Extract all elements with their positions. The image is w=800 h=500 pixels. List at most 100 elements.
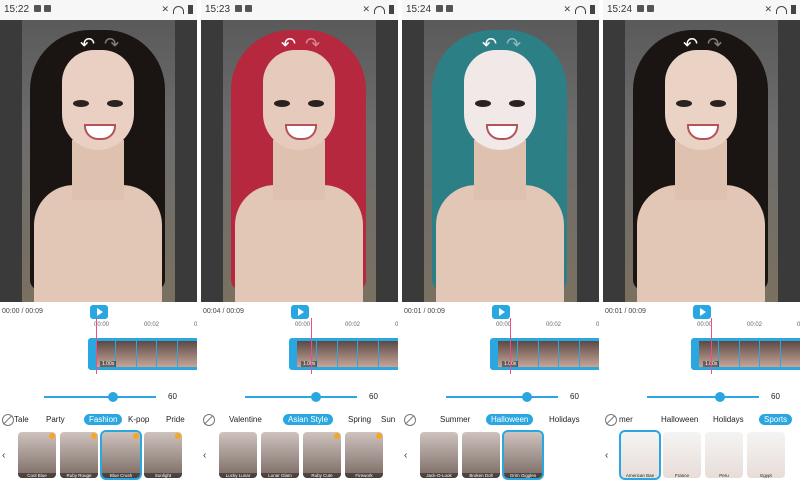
chevron-left-icon[interactable]: ‹ <box>203 450 206 461</box>
timecode: 00:00 / 00:09 <box>2 308 43 315</box>
look-card[interactable]: Firework <box>345 432 383 478</box>
frame-thumbnail <box>317 341 337 367</box>
timeline-filmstrip[interactable]: 1.00x <box>490 338 599 370</box>
look-card[interactable]: Blue Crush <box>100 430 142 480</box>
look-label: Sunlight <box>144 473 182 478</box>
intensity-slider-thumb[interactable] <box>311 392 321 402</box>
playhead[interactable] <box>96 318 97 374</box>
play-button[interactable] <box>693 305 711 319</box>
subject-face <box>263 50 335 150</box>
look-card[interactable]: American Bae <box>619 430 661 480</box>
look-card[interactable]: Cool Blue <box>18 432 56 478</box>
timeline-filmstrip[interactable]: 1.00x <box>289 338 398 370</box>
tab-fashion[interactable]: Fashion <box>84 414 123 425</box>
intensity-slider-track[interactable] <box>446 396 558 398</box>
undo-icon[interactable]: ↶ <box>80 34 95 55</box>
chevron-left-icon[interactable]: ‹ <box>2 450 5 461</box>
look-card[interactable]: Ruby Rouge <box>60 432 98 478</box>
tab-summer[interactable]: Summer <box>440 415 470 424</box>
frame-thumbnail <box>358 341 378 367</box>
look-card[interactable]: Grim Giggles <box>502 430 544 480</box>
playhead[interactable] <box>510 318 511 374</box>
frame-thumbnail <box>157 341 177 367</box>
timeline-filmstrip[interactable]: 1.00x <box>691 338 800 370</box>
tab-holidays[interactable]: Holidays <box>713 415 744 424</box>
redo-icon[interactable]: ↷ <box>707 34 722 55</box>
look-label: Lucky Lunar <box>219 473 257 478</box>
play-button[interactable] <box>291 305 309 319</box>
video-preview[interactable]: ↶ ↷ <box>0 20 197 302</box>
look-label: Blue Crush <box>102 473 140 478</box>
playhead[interactable] <box>311 318 312 374</box>
ruler-tick-label: 00:04 <box>395 322 399 328</box>
play-button[interactable] <box>90 305 108 319</box>
image-icon <box>44 5 51 12</box>
video-preview[interactable]: ↶ ↷ <box>603 20 800 302</box>
look-card[interactable]: Jack-O-Look <box>420 432 458 478</box>
notification-icon <box>637 5 644 12</box>
intensity-slider-track[interactable] <box>245 396 357 398</box>
intensity-slider-track[interactable] <box>647 396 759 398</box>
app-panel: 15:23 ✕ ↶ ↷ 00:04 / 00:09 00:00 00:02 00:0… <box>201 0 400 500</box>
look-label: Firework <box>345 473 383 478</box>
look-card[interactable]: Ruby Cute <box>303 432 341 478</box>
tab-party[interactable]: Party <box>46 415 65 424</box>
timeline-filmstrip[interactable]: 1.00x <box>88 338 197 370</box>
tab-spring[interactable]: Spring <box>348 415 371 424</box>
category-tabs: Tale Party Fashion K-pop Pride <box>0 414 197 428</box>
intensity-slider-thumb[interactable] <box>715 392 725 402</box>
tab-sports[interactable]: Sports <box>759 414 793 425</box>
undo-icon[interactable]: ↶ <box>281 34 296 55</box>
intensity-slider-track[interactable] <box>44 396 156 398</box>
look-card[interactable]: Lunar Glam <box>261 432 299 478</box>
wifi-icon <box>374 5 385 14</box>
ruler-tick-label: 00:04 <box>596 322 600 328</box>
tab-valentine[interactable]: Valentine <box>229 415 262 424</box>
tab-k-pop[interactable]: K-pop <box>128 415 149 424</box>
play-button[interactable] <box>492 305 510 319</box>
look-card[interactable]: Sunlight <box>144 432 182 478</box>
look-card[interactable]: Peru <box>705 432 743 478</box>
undo-icon[interactable]: ↶ <box>482 34 497 55</box>
tab-pride[interactable]: Pride <box>166 415 185 424</box>
no-effect-icon[interactable] <box>605 414 617 426</box>
chevron-left-icon[interactable]: ‹ <box>605 450 608 461</box>
frame-thumbnail <box>780 341 800 367</box>
redo-icon[interactable]: ↷ <box>104 34 119 55</box>
intensity-slider-thumb[interactable] <box>522 392 532 402</box>
tab-halloween[interactable]: Halloween <box>486 414 534 425</box>
timecode: 00:01 / 00:09 <box>605 308 646 315</box>
look-label: France <box>674 473 689 478</box>
look-carousel: ‹ Jack-O-Look Broken Doll Grim Giggles <box>402 430 599 480</box>
video-preview[interactable]: ↶ ↷ <box>201 20 398 302</box>
look-card[interactable]: France <box>663 432 701 478</box>
mute-icon: ✕ <box>161 4 169 14</box>
look-card[interactable]: Egypt <box>747 432 785 478</box>
editor-controls: 00:01 / 00:09 00:00 00:02 00:04 1.00x 60 S… <box>402 302 599 500</box>
look-label: Cool Blue <box>18 473 56 478</box>
no-effect-icon[interactable] <box>404 414 416 426</box>
playhead[interactable] <box>711 318 712 374</box>
redo-icon[interactable]: ↷ <box>305 34 320 55</box>
no-effect-icon[interactable] <box>203 414 215 426</box>
intensity-slider-thumb[interactable] <box>108 392 118 402</box>
tab-halloween[interactable]: Halloween <box>661 415 698 424</box>
ruler-tick-label: 00:02 <box>144 322 160 328</box>
look-card[interactable]: Broken Doll <box>462 432 500 478</box>
timecode: 00:04 / 00:09 <box>203 308 244 315</box>
mute-icon: ✕ <box>563 4 571 14</box>
redo-icon[interactable]: ↷ <box>506 34 521 55</box>
tab-holidays[interactable]: Holidays <box>549 415 580 424</box>
no-effect-icon[interactable] <box>2 414 14 426</box>
tab-tale[interactable]: Tale <box>14 415 29 424</box>
look-label: Ruby Rouge <box>60 473 98 478</box>
undo-icon[interactable]: ↶ <box>683 34 698 55</box>
tab-asian-style[interactable]: Asian Style <box>283 414 334 425</box>
look-card[interactable]: Lucky Lunar <box>219 432 257 478</box>
tab-sun[interactable]: Sun <box>381 415 395 424</box>
subject-mouth <box>687 124 719 140</box>
tab-mer[interactable]: mer <box>619 415 633 424</box>
chevron-left-icon[interactable]: ‹ <box>404 450 407 461</box>
subject-mouth <box>285 124 317 140</box>
video-preview[interactable]: ↶ ↷ <box>402 20 599 302</box>
